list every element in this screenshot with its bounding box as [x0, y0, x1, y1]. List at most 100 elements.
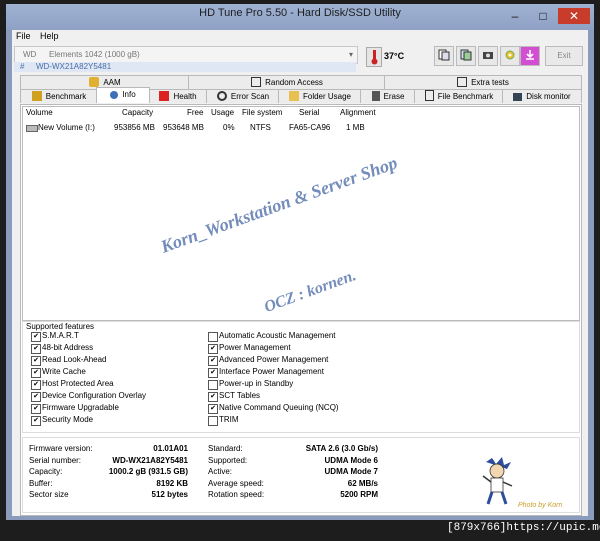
- health-cross-icon: [159, 91, 170, 101]
- feature-label: Power-up in Standby: [219, 379, 294, 388]
- feature-checkbox[interactable]: [208, 380, 218, 390]
- speaker-icon: [89, 77, 100, 87]
- copy-text-icon: [438, 49, 450, 61]
- feature-label: Device Configuration Overlay: [42, 391, 147, 400]
- copy-image-icon: [460, 49, 472, 61]
- folder-icon: [288, 91, 299, 101]
- checkmark-icon: ✔: [33, 333, 39, 340]
- info-value: 01.01A01: [153, 444, 188, 453]
- feature-label: Automatic Acoustic Management: [219, 331, 336, 340]
- col-alignment[interactable]: Alignment: [340, 108, 376, 117]
- options-icon: [505, 50, 515, 60]
- file-icon: [424, 90, 434, 101]
- info-label: Capacity:: [29, 467, 63, 476]
- col-free[interactable]: Free: [187, 108, 203, 117]
- drive-name: Elements 1042 (1000 gB): [49, 50, 140, 59]
- menu-file[interactable]: File: [16, 31, 31, 41]
- feature-checkbox[interactable]: ✔: [208, 356, 218, 366]
- checkmark-icon: ✔: [33, 357, 39, 364]
- col-serial[interactable]: Serial: [299, 108, 319, 117]
- feature-label: Firmware Upgradable: [42, 403, 119, 412]
- info-value: 62 MB/s: [347, 478, 378, 488]
- copy-text-button[interactable]: [434, 46, 454, 66]
- col-volume[interactable]: Volume: [26, 108, 53, 117]
- info-label: Supported:: [208, 455, 248, 465]
- feature-label: Host Protected Area: [42, 379, 114, 388]
- benchmark-icon: [31, 91, 42, 101]
- feature-label: Power Management: [219, 343, 291, 352]
- tab-disk-monitor[interactable]: Disk monitor: [502, 89, 582, 103]
- maximize-button[interactable]: □: [530, 8, 556, 24]
- magnifier-icon: [216, 91, 227, 101]
- feature-label: Native Command Queuing (NCQ): [219, 403, 339, 412]
- tab-label: Error Scan: [230, 92, 270, 101]
- info-value: SATA 2.6 (3.0 Gb/s): [305, 444, 378, 453]
- cell-volume: New Volume (I:): [38, 123, 95, 132]
- info-label: Buffer:: [29, 478, 53, 488]
- feature-checkbox[interactable]: ✔: [31, 404, 41, 414]
- tab-extra-tests[interactable]: Extra tests: [384, 75, 582, 89]
- col-file-system[interactable]: File system: [242, 108, 282, 117]
- features-title: Supported features: [26, 322, 95, 331]
- drive-serial-row: # WD-WX21A82Y5481: [14, 62, 356, 72]
- checkmark-icon: ✔: [33, 417, 39, 424]
- cell-alignment: 1 MB: [346, 123, 365, 132]
- camera-icon: [483, 52, 493, 60]
- cell-file-system: NTFS: [250, 123, 271, 132]
- cell-usage: 0%: [223, 123, 235, 132]
- info-label: Rotation speed:: [208, 490, 265, 499]
- info-value: 8192 KB: [156, 478, 188, 488]
- checkmark-icon: ✔: [33, 393, 39, 400]
- feature-checkbox[interactable]: ✔: [31, 380, 41, 390]
- tab-benchmark[interactable]: Benchmark: [20, 89, 98, 103]
- feature-checkbox[interactable]: [208, 416, 218, 426]
- feature-label: Security Mode: [42, 415, 94, 424]
- col-capacity[interactable]: Capacity: [122, 108, 153, 117]
- tab-info[interactable]: Info: [96, 87, 150, 103]
- feature-label: TRIM: [219, 415, 239, 424]
- info-value: 512 bytes: [151, 490, 188, 499]
- tab-error-scan[interactable]: Error Scan: [206, 89, 280, 103]
- feature-checkbox[interactable]: ✔: [31, 392, 41, 402]
- feature-checkbox[interactable]: ✔: [208, 392, 218, 402]
- menu-help[interactable]: Help: [40, 31, 59, 41]
- close-icon: ✕: [568, 9, 580, 23]
- info-label: Active:: [208, 467, 233, 476]
- cartoon-mascot-icon: [478, 456, 516, 508]
- feature-checkbox[interactable]: ✔: [31, 416, 41, 426]
- tab-erase[interactable]: Erase: [360, 89, 416, 103]
- maximize-icon: □: [539, 9, 547, 23]
- tab-label: Random Access: [265, 78, 323, 87]
- exit-button[interactable]: Exit: [545, 46, 583, 66]
- tab-folder-usage[interactable]: Folder Usage: [278, 89, 362, 103]
- drive-hash: #: [20, 62, 25, 71]
- checkmark-icon: ✔: [33, 405, 39, 412]
- feature-checkbox[interactable]: [208, 332, 218, 342]
- tab-random-access[interactable]: Random Access: [188, 75, 386, 89]
- close-button[interactable]: ✕: [558, 8, 590, 24]
- feature-checkbox[interactable]: ✔: [31, 356, 41, 366]
- copy-image-button[interactable]: [456, 46, 476, 66]
- info-value: 5200 RPM: [340, 490, 378, 499]
- feature-checkbox[interactable]: ✔: [31, 344, 41, 354]
- cell-serial: FA65-CA96: [289, 123, 331, 132]
- minimize-button[interactable]: –: [502, 8, 528, 24]
- tab-label: Info: [122, 90, 136, 99]
- feature-checkbox[interactable]: ✔: [208, 368, 218, 378]
- info-label: Average speed:: [208, 478, 264, 488]
- photo-credit: Photo by Korn: [518, 502, 563, 509]
- options-button[interactable]: [500, 46, 520, 66]
- feature-label: S.M.A.R.T: [42, 331, 79, 340]
- tab-label: Erase: [383, 92, 405, 101]
- feature-checkbox[interactable]: ✔: [31, 332, 41, 342]
- feature-checkbox[interactable]: ✔: [208, 404, 218, 414]
- minimize-icon: –: [511, 9, 519, 23]
- tab-health[interactable]: Health: [148, 89, 208, 103]
- feature-checkbox[interactable]: ✔: [31, 368, 41, 378]
- feature-checkbox[interactable]: ✔: [208, 344, 218, 354]
- checkmark-icon: ✔: [33, 345, 39, 352]
- tab-file-benchmark[interactable]: File Benchmark: [414, 89, 504, 103]
- screenshot-button[interactable]: [478, 46, 498, 66]
- col-usage[interactable]: Usage: [211, 108, 234, 117]
- save-button[interactable]: [520, 46, 540, 66]
